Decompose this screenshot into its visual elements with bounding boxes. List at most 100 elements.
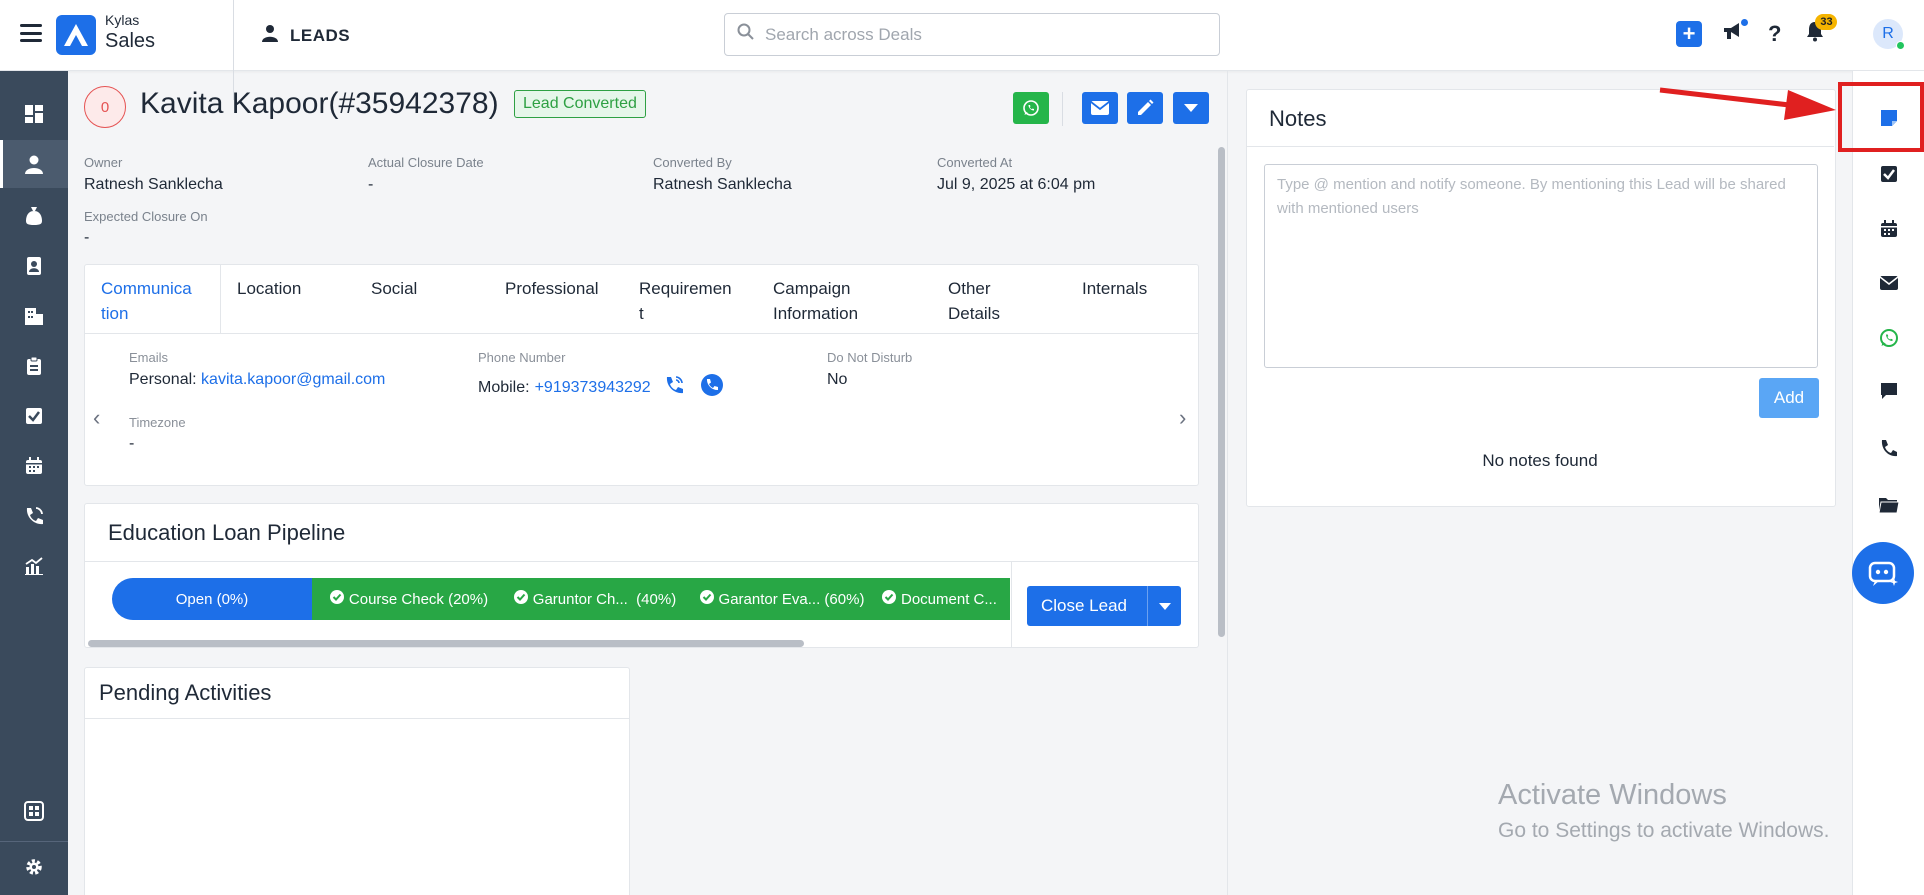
tab-social[interactable]: Social: [355, 265, 489, 333]
notes-title: Notes: [1269, 106, 1327, 131]
announcements-icon[interactable]: [1722, 19, 1748, 46]
main-scrollbar[interactable]: [1218, 147, 1225, 637]
tasks-icon[interactable]: [1853, 152, 1924, 196]
deals-icon[interactable]: [0, 192, 68, 240]
stage-label: Document C...: [901, 590, 997, 608]
tab-campaign-information[interactable]: Campaign Information: [757, 265, 932, 333]
right-rail: [1852, 71, 1924, 895]
pipeline-stage-course-check[interactable]: Course Check (20%): [312, 578, 512, 620]
annotation-arrow: [1659, 87, 1836, 120]
tasks-icon[interactable]: [0, 392, 68, 440]
person-icon: [262, 24, 278, 47]
converted-at-value: Jul 9, 2025 at 6:04 pm: [937, 176, 1096, 193]
pipeline-stage-garantor-evaluation[interactable]: Garantor Eva... (60%): [684, 578, 886, 620]
stage-label: Course Check (20%): [348, 590, 489, 608]
more-actions-button[interactable]: [1173, 92, 1209, 124]
chevron-left-icon[interactable]: ‹: [93, 405, 100, 431]
brand-name: Kylas Sales: [105, 12, 155, 54]
phone-prefix: Mobile:: [478, 378, 530, 396]
pending-activities-title: Pending Activities: [99, 680, 272, 705]
contacts-icon[interactable]: [0, 242, 68, 290]
companies-icon[interactable]: [0, 292, 68, 340]
actual-closure-value: -: [368, 176, 374, 193]
phone-link[interactable]: +919373943292: [535, 379, 651, 397]
kylas-logo[interactable]: [56, 15, 96, 55]
owner-value: Ratnesh Sanklecha: [84, 176, 223, 193]
email-button[interactable]: [1082, 92, 1118, 124]
tab-requirement[interactable]: Requiremen t: [623, 265, 757, 333]
search-input[interactable]: [765, 24, 1205, 45]
pencil-icon: [1138, 99, 1154, 115]
expected-closure-value: -: [84, 229, 90, 246]
check-circle-icon: [513, 590, 528, 608]
apps-icon[interactable]: [0, 787, 68, 835]
tab-label: t: [639, 304, 644, 323]
online-status-dot: [1896, 41, 1905, 50]
note-input[interactable]: [1264, 164, 1818, 368]
tab-professional[interactable]: Professional: [489, 265, 623, 333]
notes-divider: [1246, 146, 1834, 147]
tab-label: Communica: [101, 279, 192, 298]
brand-top: Kylas: [105, 12, 140, 28]
tab-label: Location: [237, 279, 302, 298]
chevron-right-icon[interactable]: ›: [1179, 405, 1186, 431]
phone-icon[interactable]: [1853, 426, 1924, 470]
folder-icon[interactable]: [1853, 483, 1924, 527]
dashboard-icon[interactable]: [0, 90, 68, 138]
whatsapp-icon: [1023, 100, 1039, 116]
edit-button[interactable]: [1127, 92, 1163, 124]
whatsapp-icon[interactable]: [1853, 316, 1924, 360]
meetings-icon[interactable]: [0, 442, 68, 490]
tab-label: Requiremen: [639, 279, 732, 298]
pipeline-stage-open[interactable]: Open (0%): [112, 578, 326, 620]
brand-bottom: Sales: [105, 30, 156, 52]
email-value: Personal: kavita.kapoor@gmail.com: [129, 371, 385, 389]
bell-icon[interactable]: 33: [1805, 14, 1838, 47]
click-to-call-icon[interactable]: [700, 374, 723, 401]
phone-value: Mobile: +919373943292: [478, 374, 723, 401]
settings-icon[interactable]: [0, 843, 68, 891]
expected-closure-label: Expected Closure On: [84, 209, 208, 224]
tab-other-details[interactable]: Other Details: [932, 265, 1066, 333]
stage-label: Open (0%): [175, 590, 249, 608]
lead-score-badge: 0: [84, 86, 126, 128]
tab-label: Other: [948, 279, 991, 298]
global-search[interactable]: [724, 13, 1220, 56]
pipeline-scrollbar[interactable]: [88, 640, 804, 647]
chat-icon[interactable]: [1853, 369, 1924, 413]
email-icon[interactable]: [1853, 261, 1924, 305]
pipeline-stage-garuntor-check[interactable]: Garuntor Ch... (40%): [498, 578, 698, 620]
call-icon[interactable]: [664, 375, 684, 400]
action-separator: [1062, 92, 1063, 126]
help-icon[interactable]: ?: [1768, 21, 1781, 47]
pipeline-divider: [85, 561, 1198, 562]
add-note-button[interactable]: Add: [1759, 378, 1819, 418]
leads-icon[interactable]: [0, 140, 68, 188]
nav-divider: [0, 841, 68, 842]
tab-internals[interactable]: Internals: [1066, 265, 1198, 333]
whatsapp-button[interactable]: [1013, 92, 1049, 124]
email-link[interactable]: kavita.kapoor@gmail.com: [201, 371, 385, 388]
close-lead-button[interactable]: Close Lead: [1027, 586, 1181, 626]
tab-communication[interactable]: Communica tion: [85, 265, 221, 333]
lead-title: Kavita Kapoor(#35942378): [140, 87, 499, 120]
calendar-icon[interactable]: [1853, 207, 1924, 251]
calls-icon[interactable]: [0, 492, 68, 540]
products-icon[interactable]: [0, 342, 68, 390]
avatar-initial: R: [1882, 25, 1894, 42]
phone-label: Phone Number: [478, 350, 566, 365]
tab-location[interactable]: Location: [221, 265, 355, 333]
top-bar: Kylas Sales LEADS + ? 33 R: [0, 0, 1924, 71]
close-lead-label: Close Lead: [1041, 596, 1128, 615]
tab-label: Details: [948, 304, 1000, 323]
caret-down-icon[interactable]: [1147, 586, 1181, 626]
converted-at-label: Converted At: [937, 155, 1013, 170]
ai-assistant-button[interactable]: [1852, 542, 1914, 604]
quick-add-button[interactable]: +: [1676, 20, 1702, 47]
avatar[interactable]: R: [1873, 19, 1905, 50]
reports-icon[interactable]: [0, 542, 68, 590]
menu-icon[interactable]: [20, 24, 42, 42]
pipeline-stage-document-check[interactable]: Document C...: [872, 578, 1010, 620]
actual-closure-label: Actual Closure Date: [368, 155, 484, 170]
owner-label: Owner: [84, 155, 123, 170]
